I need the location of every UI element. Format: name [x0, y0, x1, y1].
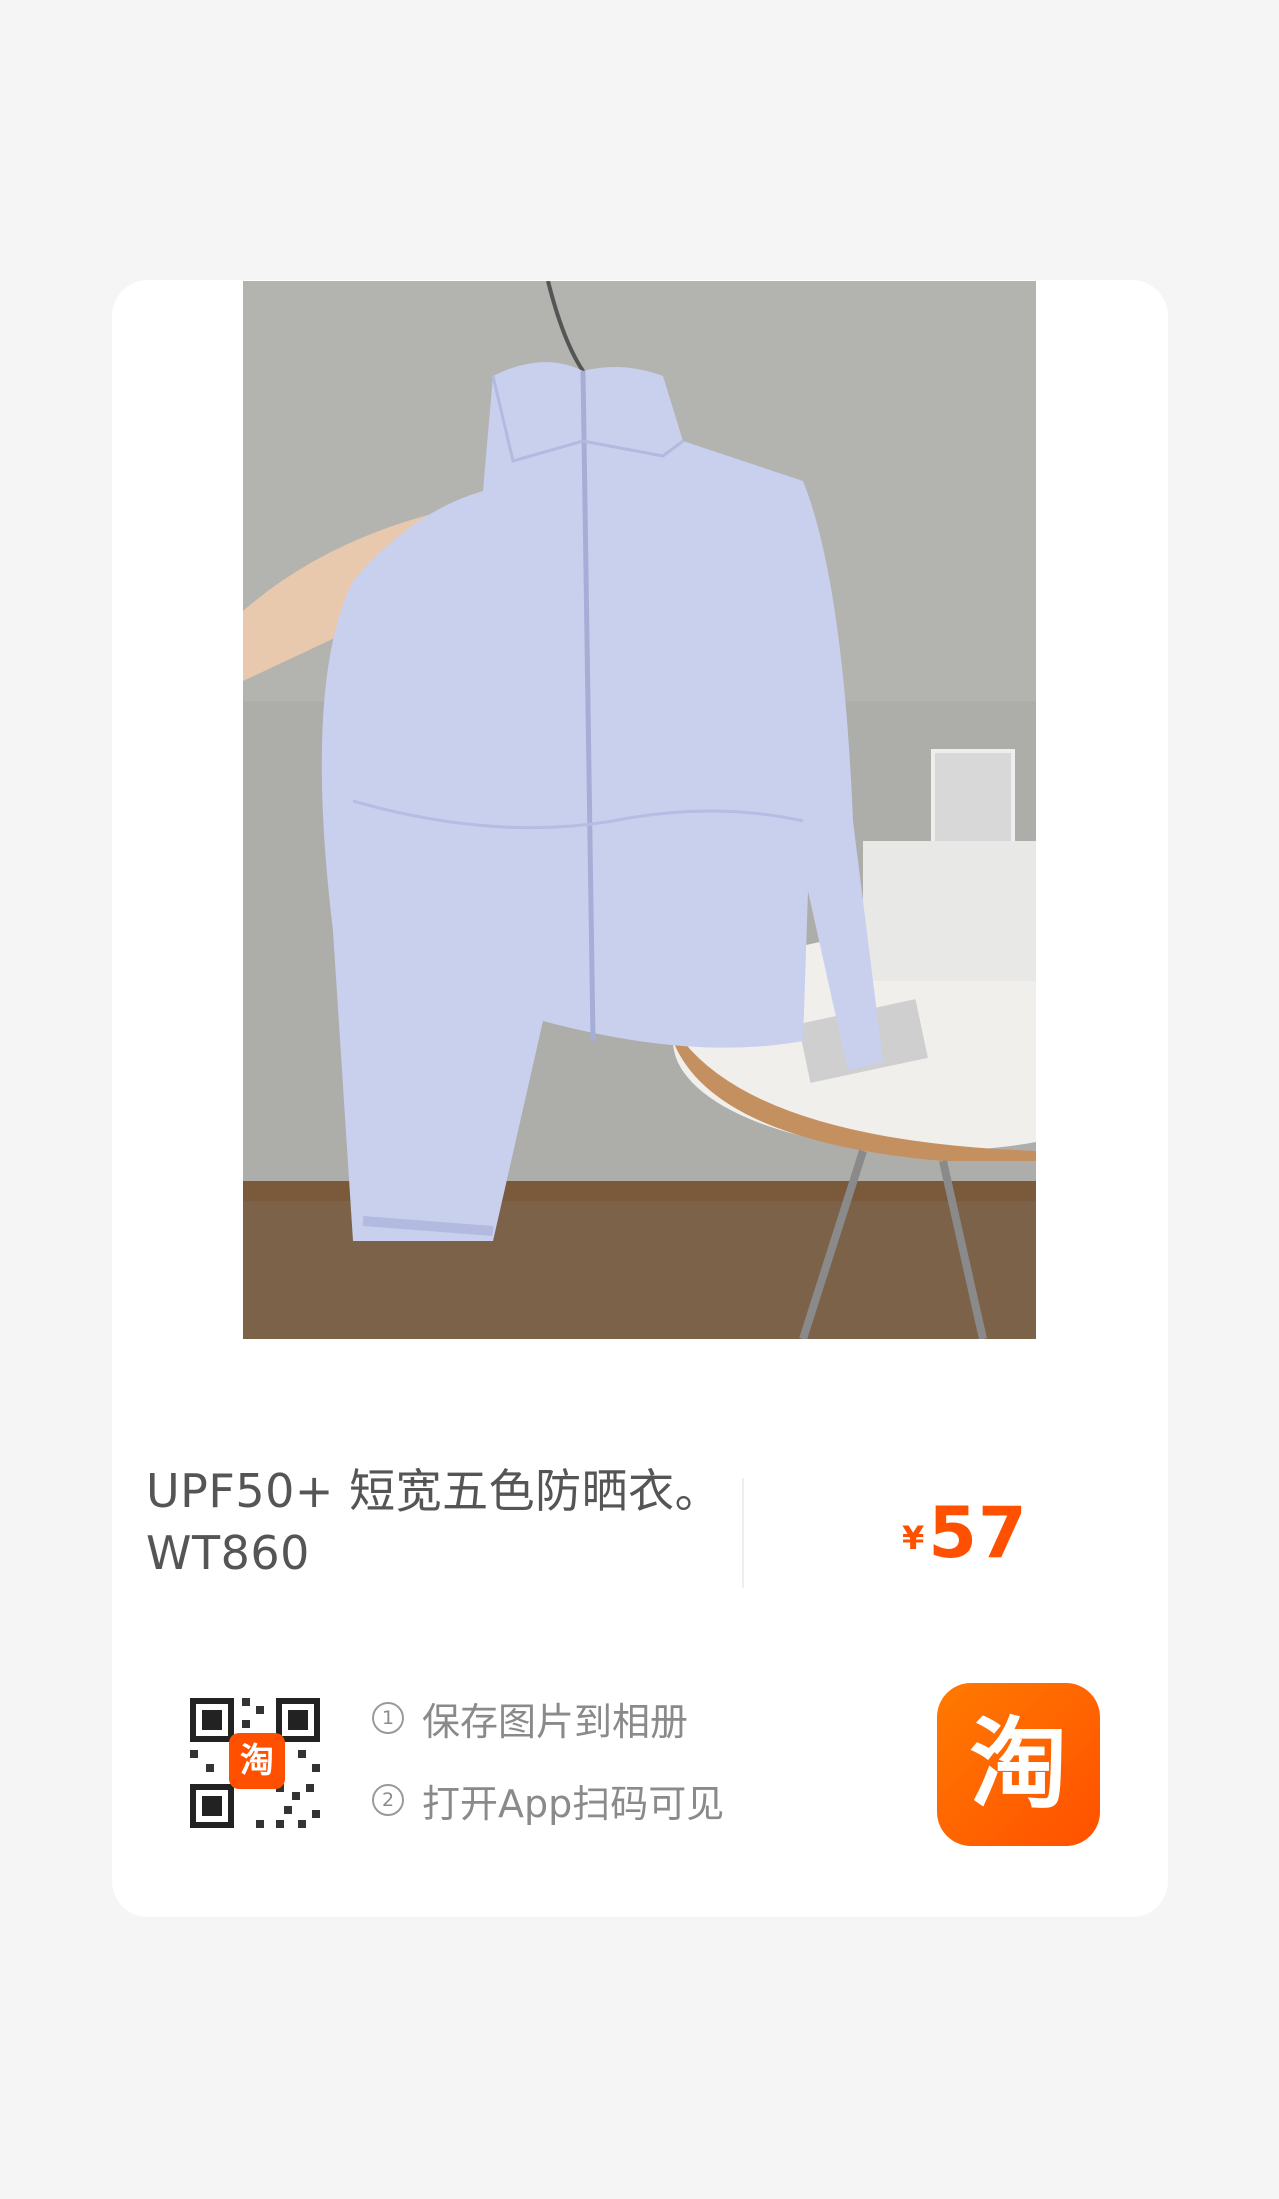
price-amount: 57 — [928, 1492, 1028, 1574]
step-number: 2 — [372, 1784, 404, 1816]
jacket-photo-icon — [243, 281, 1036, 1339]
product-title: UPF50+ 短宽五色防晒衣。 WT860 — [146, 1460, 736, 1584]
product-price: ¥57 — [902, 1492, 1028, 1574]
share-card: UPF50+ 短宽五色防晒衣。 WT860 ¥57 淘 1 保存图片到相册 2 … — [112, 280, 1168, 1917]
taobao-app-icon[interactable]: 淘 — [937, 1683, 1100, 1846]
step-number: 1 — [372, 1702, 404, 1734]
product-title-line1: UPF50+ 短宽五色防晒衣。 — [146, 1464, 722, 1518]
scan-instructions: 1 保存图片到相册 2 打开App扫码可见 — [372, 1696, 724, 1860]
instruction-step: 1 保存图片到相册 — [372, 1696, 724, 1744]
instruction-step: 2 打开App扫码可见 — [372, 1778, 724, 1826]
step-text: 保存图片到相册 — [422, 1699, 689, 1744]
divider — [742, 1478, 744, 1588]
step-text: 打开App扫码可见 — [422, 1781, 725, 1826]
price-currency: ¥ — [902, 1519, 925, 1557]
product-image[interactable] — [243, 281, 1036, 1339]
qr-taobao-badge: 淘 — [229, 1733, 285, 1789]
qr-badge-text: 淘 — [240, 1741, 274, 1781]
qr-code[interactable]: 淘 — [172, 1680, 338, 1846]
taobao-logo-text: 淘 — [969, 1707, 1068, 1822]
product-title-line2: WT860 — [146, 1526, 310, 1580]
